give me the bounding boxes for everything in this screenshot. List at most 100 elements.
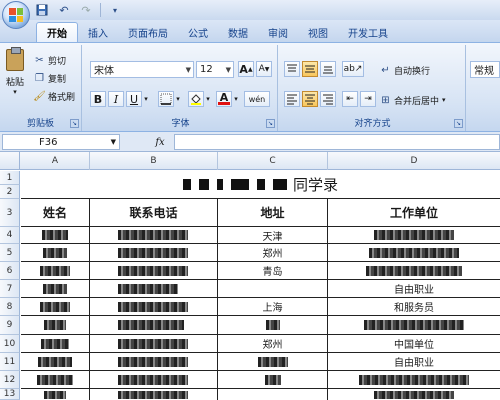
save-icon[interactable]: [34, 2, 50, 18]
font-launcher-icon[interactable]: ↘: [266, 119, 275, 128]
grow-font-button[interactable]: A ▲: [238, 61, 254, 77]
cell-phone[interactable]: [90, 298, 218, 316]
undo-icon[interactable]: ↶: [56, 2, 72, 18]
cell-name[interactable]: [21, 280, 90, 298]
borders-dropdown-icon[interactable]: ▾: [174, 91, 182, 107]
cell-name[interactable]: [21, 389, 90, 400]
copy-button[interactable]: ❐ 复制: [34, 71, 66, 85]
row-header-9[interactable]: 9: [0, 316, 20, 335]
row-header-7[interactable]: 7: [0, 280, 20, 298]
merge-center-button[interactable]: ⊞ 合并后居中 ▾: [380, 93, 445, 107]
format-painter-button[interactable]: 🖌 格式刷: [33, 89, 75, 103]
fill-color-button[interactable]: [188, 91, 204, 107]
decrease-indent-button[interactable]: ⇤: [342, 91, 358, 107]
cell-work-unit[interactable]: [328, 371, 500, 389]
bold-button[interactable]: B: [90, 91, 106, 107]
increase-indent-button[interactable]: ⇥: [360, 91, 376, 107]
cell-phone[interactable]: [90, 371, 218, 389]
wrap-text-button[interactable]: ↵ 自动换行: [380, 63, 430, 77]
cell-work-unit[interactable]: 中国单位: [328, 335, 500, 353]
row-header-6[interactable]: 6: [0, 262, 20, 280]
cell-name[interactable]: [21, 335, 90, 353]
cell-address[interactable]: [218, 371, 328, 389]
font-name-select[interactable]: 宋体 ▼: [90, 61, 194, 78]
cell-address[interactable]: [218, 353, 328, 371]
shrink-font-button[interactable]: A ▼: [256, 61, 272, 77]
cell-work-unit[interactable]: [328, 389, 500, 400]
cell-phone[interactable]: [90, 227, 218, 244]
align-middle-button[interactable]: [302, 61, 318, 77]
select-all-corner[interactable]: [0, 152, 20, 170]
formula-input[interactable]: [174, 134, 500, 150]
row-header-4[interactable]: 4: [0, 227, 20, 244]
cell-name[interactable]: [21, 371, 90, 389]
cell-address[interactable]: [218, 389, 328, 400]
cut-button[interactable]: ✂ 剪切: [34, 53, 66, 67]
cell-address[interactable]: 上海: [218, 298, 328, 316]
office-button[interactable]: [2, 1, 30, 29]
header-address[interactable]: 地址: [218, 199, 328, 227]
cell-address[interactable]: 天津: [218, 227, 328, 244]
cell-phone[interactable]: [90, 353, 218, 371]
alignment-launcher-icon[interactable]: ↘: [454, 119, 463, 128]
cell-address[interactable]: 郑州: [218, 335, 328, 353]
fill-color-dropdown-icon[interactable]: ▾: [204, 91, 212, 107]
align-right-button[interactable]: [320, 91, 336, 107]
cell-address[interactable]: [218, 316, 328, 335]
tab-home[interactable]: 开始: [36, 22, 78, 42]
sheet-title[interactable]: 同学录: [21, 171, 500, 199]
tab-data[interactable]: 数据: [218, 22, 258, 42]
cell-name[interactable]: [21, 316, 90, 335]
cell-name[interactable]: [21, 262, 90, 280]
cell-phone[interactable]: [90, 335, 218, 353]
align-top-button[interactable]: [284, 61, 300, 77]
cell-name[interactable]: [21, 353, 90, 371]
font-color-button[interactable]: A: [216, 91, 232, 107]
orientation-button[interactable]: ab↗: [342, 61, 364, 77]
tab-insert[interactable]: 插入: [78, 22, 118, 42]
tab-view[interactable]: 视图: [298, 22, 338, 42]
paste-button[interactable]: 粘贴 ▾: [4, 47, 26, 99]
header-work-unit[interactable]: 工作单位: [328, 199, 500, 227]
row-header-2[interactable]: 2: [0, 185, 20, 199]
cell-work-unit[interactable]: 和服务员: [328, 298, 500, 316]
cell-phone[interactable]: [90, 280, 218, 298]
underline-button[interactable]: U: [126, 91, 142, 107]
row-header-10[interactable]: 10: [0, 335, 20, 353]
redo-icon[interactable]: ↷: [78, 2, 94, 18]
cell-phone[interactable]: [90, 262, 218, 280]
number-format-select[interactable]: 常规: [470, 61, 500, 78]
row-header-3[interactable]: 3: [0, 199, 20, 227]
insert-function-icon[interactable]: fx: [150, 134, 170, 150]
italic-button[interactable]: I: [108, 91, 124, 107]
row-header-1[interactable]: 1: [0, 171, 20, 185]
cell-work-unit[interactable]: [328, 227, 500, 244]
cell-phone[interactable]: [90, 389, 218, 400]
row-header-8[interactable]: 8: [0, 298, 20, 316]
cell-phone[interactable]: [90, 316, 218, 335]
tab-review[interactable]: 审阅: [258, 22, 298, 42]
cell-work-unit[interactable]: [328, 316, 500, 335]
column-header-a[interactable]: A: [21, 152, 90, 170]
clipboard-launcher-icon[interactable]: ↘: [70, 119, 79, 128]
cell-name[interactable]: [21, 227, 90, 244]
cell-work-unit[interactable]: [328, 244, 500, 262]
cell-address[interactable]: 郑州: [218, 244, 328, 262]
column-header-b[interactable]: B: [90, 152, 218, 170]
column-header-c[interactable]: C: [218, 152, 328, 170]
font-color-dropdown-icon[interactable]: ▾: [232, 91, 240, 107]
align-bottom-button[interactable]: [320, 61, 336, 77]
header-name[interactable]: 姓名: [21, 199, 90, 227]
font-size-select[interactable]: 12 ▼: [196, 61, 234, 78]
cell-work-unit[interactable]: 自由职业: [328, 280, 500, 298]
cell-address[interactable]: 青岛: [218, 262, 328, 280]
row-header-11[interactable]: 11: [0, 353, 20, 371]
column-header-d[interactable]: D: [328, 152, 500, 170]
header-phone[interactable]: 联系电话: [90, 199, 218, 227]
cell-work-unit[interactable]: 自由职业: [328, 353, 500, 371]
row-header-5[interactable]: 5: [0, 244, 20, 262]
tab-developer[interactable]: 开发工具: [338, 22, 398, 42]
row-header-13[interactable]: 13: [0, 389, 20, 400]
phonetic-button[interactable]: wén: [244, 91, 270, 107]
dropdown-icon[interactable]: ▾: [107, 2, 123, 18]
